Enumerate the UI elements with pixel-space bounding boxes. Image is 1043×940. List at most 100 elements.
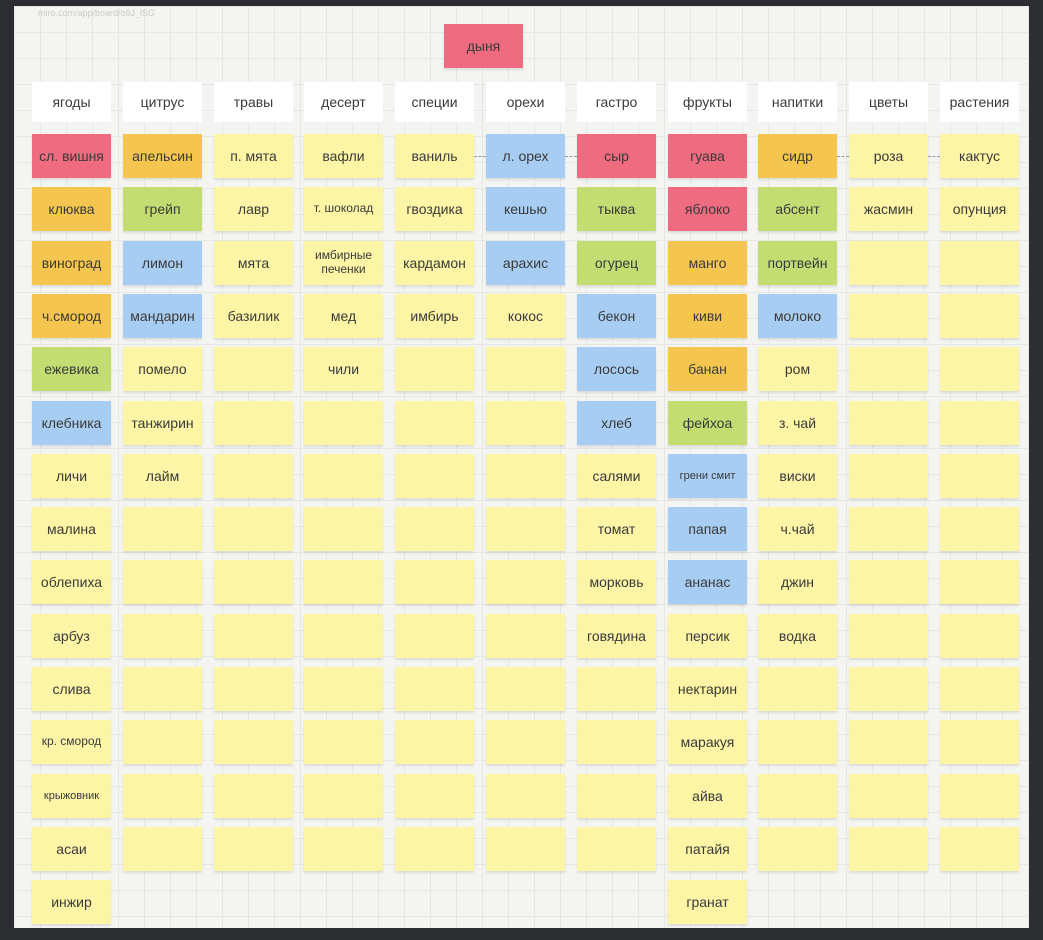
sticky-note[interactable]: опунция (940, 187, 1019, 231)
connector-line[interactable] (837, 156, 849, 157)
sticky-note[interactable]: кр. смород (32, 720, 111, 764)
empty-sticky-note[interactable] (940, 560, 1019, 604)
empty-sticky-note[interactable] (849, 507, 928, 551)
column-header[interactable]: травы (214, 82, 293, 122)
sticky-note[interactable]: роза (849, 134, 928, 178)
empty-sticky-note[interactable] (214, 667, 293, 711)
sticky-note[interactable]: ежевика (32, 347, 111, 391)
sticky-note[interactable]: малина (32, 507, 111, 551)
empty-sticky-note[interactable] (486, 827, 565, 871)
sticky-note[interactable]: фейхоа (668, 401, 747, 445)
empty-sticky-note[interactable] (849, 454, 928, 498)
empty-sticky-note[interactable] (577, 774, 656, 818)
sticky-note[interactable]: л. орех (486, 134, 565, 178)
sticky-note[interactable]: арбуз (32, 614, 111, 658)
sticky-note[interactable]: папая (668, 507, 747, 551)
empty-sticky-note[interactable] (486, 507, 565, 551)
empty-sticky-note[interactable] (849, 827, 928, 871)
empty-sticky-note[interactable] (395, 401, 474, 445)
empty-sticky-note[interactable] (940, 614, 1019, 658)
sticky-note[interactable]: танжирин (123, 401, 202, 445)
connector-line[interactable] (565, 156, 577, 157)
empty-sticky-note[interactable] (123, 667, 202, 711)
sticky-note[interactable]: грейп (123, 187, 202, 231)
sticky-note[interactable]: говядина (577, 614, 656, 658)
sticky-note[interactable]: мандарин (123, 294, 202, 338)
empty-sticky-note[interactable] (304, 507, 383, 551)
empty-sticky-note[interactable] (123, 827, 202, 871)
sticky-note[interactable]: гвоздика (395, 187, 474, 231)
sticky-note[interactable]: банан (668, 347, 747, 391)
empty-sticky-note[interactable] (304, 401, 383, 445)
sticky-note[interactable]: хлеб (577, 401, 656, 445)
empty-sticky-note[interactable] (940, 774, 1019, 818)
empty-sticky-note[interactable] (395, 720, 474, 764)
column-header[interactable]: специи (395, 82, 474, 122)
sticky-note[interactable]: апельсин (123, 134, 202, 178)
sticky-note[interactable]: абсент (758, 187, 837, 231)
empty-sticky-note[interactable] (214, 454, 293, 498)
sticky-note[interactable]: томат (577, 507, 656, 551)
empty-sticky-note[interactable] (758, 827, 837, 871)
sticky-note[interactable]: салями (577, 454, 656, 498)
empty-sticky-note[interactable] (214, 774, 293, 818)
empty-sticky-note[interactable] (123, 560, 202, 604)
empty-sticky-note[interactable] (395, 454, 474, 498)
empty-sticky-note[interactable] (123, 507, 202, 551)
sticky-note[interactable]: сл. вишня (32, 134, 111, 178)
empty-sticky-note[interactable] (395, 827, 474, 871)
sticky-note[interactable]: мята (214, 241, 293, 285)
empty-sticky-note[interactable] (758, 667, 837, 711)
whiteboard-canvas[interactable]: miro.com/app/board/o9J_lSG дыня ягоды сл.… (14, 6, 1029, 928)
sticky-note[interactable]: огурец (577, 241, 656, 285)
empty-sticky-note[interactable] (940, 347, 1019, 391)
sticky-note[interactable]: личи (32, 454, 111, 498)
column-header[interactable]: гастро (577, 82, 656, 122)
sticky-note[interactable]: лайм (123, 454, 202, 498)
empty-sticky-note[interactable] (849, 774, 928, 818)
empty-sticky-note[interactable] (214, 347, 293, 391)
sticky-note[interactable]: виноград (32, 241, 111, 285)
sticky-note[interactable]: ваниль (395, 134, 474, 178)
empty-sticky-note[interactable] (940, 507, 1019, 551)
sticky-note[interactable]: инжир (32, 880, 111, 924)
empty-sticky-note[interactable] (849, 241, 928, 285)
sticky-note[interactable]: ананас (668, 560, 747, 604)
sticky-note[interactable]: базилик (214, 294, 293, 338)
sticky-note[interactable]: киви (668, 294, 747, 338)
sticky-note[interactable]: грени смит (668, 454, 747, 498)
sticky-note[interactable]: кокос (486, 294, 565, 338)
empty-sticky-note[interactable] (940, 720, 1019, 764)
sticky-note[interactable]: имбирь (395, 294, 474, 338)
sticky-note[interactable]: портвейн (758, 241, 837, 285)
sticky-note[interactable]: лавр (214, 187, 293, 231)
sticky-note[interactable]: мед (304, 294, 383, 338)
sticky-note[interactable]: водка (758, 614, 837, 658)
empty-sticky-note[interactable] (304, 560, 383, 604)
empty-sticky-note[interactable] (849, 294, 928, 338)
column-header[interactable]: цветы (849, 82, 928, 122)
sticky-note[interactable]: ч.смород (32, 294, 111, 338)
sticky-note[interactable]: сидр (758, 134, 837, 178)
empty-sticky-note[interactable] (849, 720, 928, 764)
sticky-note[interactable]: слива (32, 667, 111, 711)
column-header[interactable]: орехи (486, 82, 565, 122)
empty-sticky-note[interactable] (304, 827, 383, 871)
column-header[interactable]: ягоды (32, 82, 111, 122)
sticky-note[interactable]: т. шоколад (304, 187, 383, 231)
empty-sticky-note[interactable] (214, 720, 293, 764)
empty-sticky-note[interactable] (304, 667, 383, 711)
sticky-note[interactable]: сыр (577, 134, 656, 178)
sticky-note[interactable]: нектарин (668, 667, 747, 711)
empty-sticky-note[interactable] (577, 827, 656, 871)
empty-sticky-note[interactable] (486, 774, 565, 818)
column-header[interactable]: напитки (758, 82, 837, 122)
empty-sticky-note[interactable] (486, 401, 565, 445)
sticky-note[interactable]: персик (668, 614, 747, 658)
empty-sticky-note[interactable] (304, 774, 383, 818)
empty-sticky-note[interactable] (940, 454, 1019, 498)
empty-sticky-note[interactable] (123, 774, 202, 818)
sticky-note[interactable]: помело (123, 347, 202, 391)
sticky-note[interactable]: молоко (758, 294, 837, 338)
sticky-note[interactable]: бекон (577, 294, 656, 338)
